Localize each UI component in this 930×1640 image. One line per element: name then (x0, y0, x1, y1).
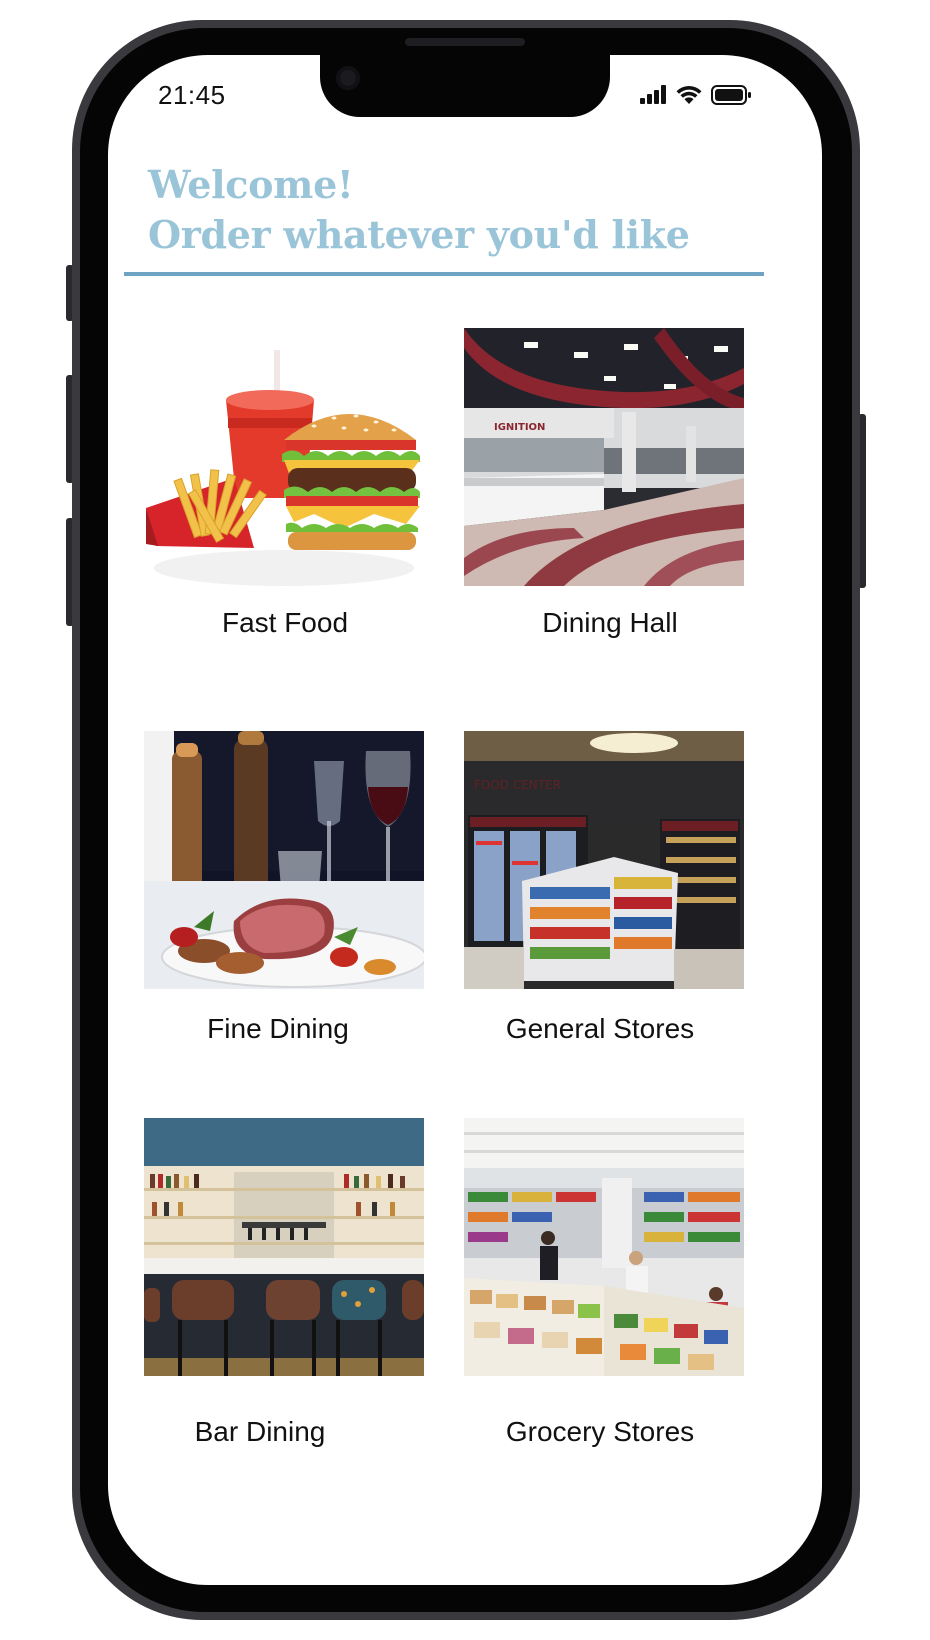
dining-hall-image[interactable]: IGNITION (464, 328, 744, 586)
category-tile-general-stores[interactable]: FOOD CENTER General Stores (464, 731, 744, 1051)
cellular-signal-icon (640, 85, 666, 104)
svg-text:FOOD CENTER: FOOD CENTER (474, 778, 561, 792)
category-tile-bar-dining[interactable]: Bar Dining (144, 1118, 424, 1448)
fast-food-image[interactable] (144, 328, 424, 586)
battery-icon (711, 85, 751, 105)
speaker-grill (405, 38, 525, 46)
welcome-line: Welcome! (148, 162, 354, 207)
category-tile-fast-food[interactable]: Fast Food (144, 328, 424, 648)
notch (320, 55, 610, 117)
category-label[interactable]: Fine Dining (118, 1013, 438, 1045)
header-divider (124, 272, 764, 276)
svg-text:IGNITION: IGNITION (494, 422, 545, 433)
category-label[interactable]: Fast Food (125, 607, 445, 639)
category-label[interactable]: Bar Dining (100, 1416, 420, 1448)
status-time: 21:45 (158, 80, 226, 110)
wifi-icon (676, 86, 702, 104)
category-tile-fine-dining[interactable]: Fine Dining (144, 731, 424, 1051)
subtitle-line: Order whatever you'd like (148, 212, 690, 257)
general-stores-image[interactable]: FOOD CENTER (464, 731, 744, 989)
category-label[interactable]: Grocery Stores (440, 1416, 760, 1448)
bar-dining-image[interactable] (144, 1118, 424, 1376)
category-label[interactable]: Dining Hall (450, 607, 770, 639)
category-tile-dining-hall[interactable]: IGNITION Dining Hall (464, 328, 744, 648)
front-camera (336, 66, 360, 90)
grocery-stores-image[interactable] (464, 1118, 744, 1376)
phone-mockup: 21:45 Welcome! Order whatever you'd like… (0, 0, 930, 1640)
category-tile-grocery-stores[interactable]: Grocery Stores (464, 1118, 744, 1448)
status-icons (638, 82, 752, 108)
category-label[interactable]: General Stores (440, 1013, 760, 1045)
page-title: Welcome! Order whatever you'd like (148, 160, 768, 260)
fine-dining-image[interactable] (144, 731, 424, 989)
